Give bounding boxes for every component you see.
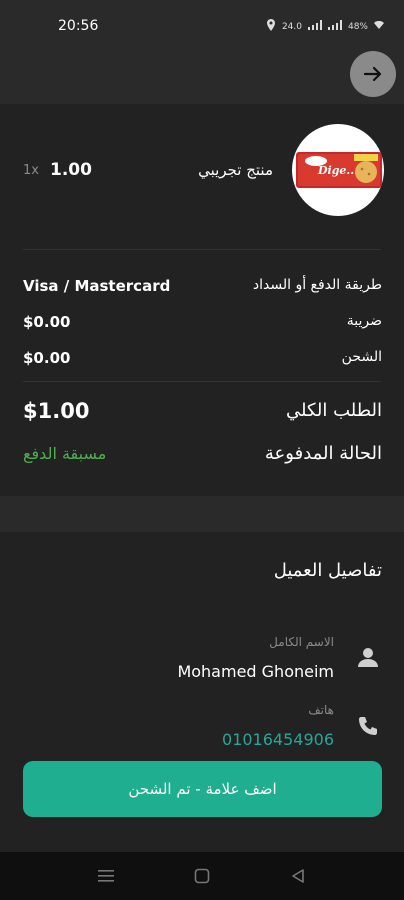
tax-label: ضريبة	[346, 313, 382, 329]
forward-button[interactable]	[350, 51, 396, 97]
divider	[23, 249, 381, 250]
shipping-label: الشحن	[341, 349, 382, 365]
payment-status-label: الحالة المدفوعة	[264, 443, 382, 464]
product-price: 1.00	[50, 160, 92, 180]
back-icon[interactable]	[288, 866, 308, 886]
customer-section-title: تفاصيل العميل	[273, 560, 382, 581]
mark-shipped-button[interactable]: اضف علامة - تم الشحن	[23, 761, 382, 817]
signal-icon	[307, 20, 322, 33]
payment-method-value: Visa / Mastercard	[23, 277, 171, 295]
product-image: Dige...	[292, 124, 384, 216]
phone-icon[interactable]	[355, 713, 381, 739]
status-time: 20:56	[58, 18, 99, 34]
signal-icon-2	[327, 20, 342, 33]
person-icon	[355, 644, 381, 670]
header	[0, 48, 404, 104]
product-quantity: 1x	[23, 163, 39, 178]
home-icon[interactable]	[192, 866, 212, 886]
total-label: الطلب الكلي	[286, 400, 382, 421]
svg-text:Dige...: Dige...	[317, 164, 358, 177]
product-name: منتج تجريبي	[198, 161, 273, 179]
total-value: $1.00	[23, 399, 90, 423]
payment-method-label: طريقة الدفع أو السداد	[252, 277, 382, 293]
phone-link[interactable]: 01016454906	[222, 730, 334, 749]
payment-status-value: مسبقة الدفع	[23, 444, 107, 463]
name-label: الاسم الكامل	[269, 635, 334, 649]
menu-icon[interactable]	[96, 866, 116, 886]
tax-value: $0.00	[23, 313, 71, 331]
status-icons: 24.0 48%	[266, 19, 384, 34]
name-value: Mohamed Ghoneim	[177, 662, 334, 681]
arrow-right-icon	[363, 66, 382, 82]
network-speed: 24.0	[281, 21, 302, 32]
divider	[23, 381, 381, 382]
location-icon	[266, 19, 276, 34]
phone-label: هاتف	[308, 703, 334, 717]
wifi-icon	[374, 20, 384, 32]
shipping-value: $0.00	[23, 349, 71, 367]
battery-level: 48%	[347, 21, 368, 32]
section-gap	[0, 496, 404, 532]
